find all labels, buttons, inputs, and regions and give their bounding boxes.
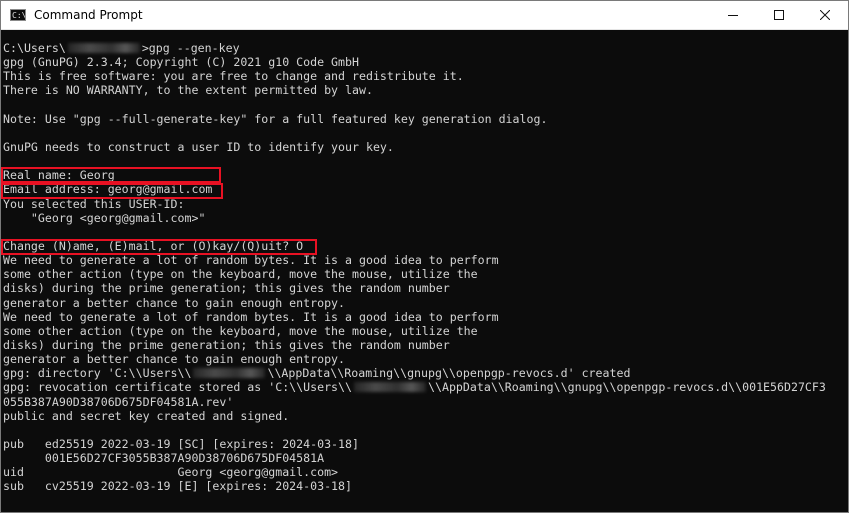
window-title: Command Prompt — [34, 8, 143, 22]
console-text: \\AppData\\Roaming\\gnupg\\openpgp-revoc… — [267, 366, 631, 381]
console-line: generator a better chance to gain enough… — [3, 352, 346, 367]
console-line: gpg: directory 'C:\\Users\\ \\AppData\\Ro… — [3, 366, 848, 380]
console-line: pub ed25519 2022-03-19 [SC] [expires: 20… — [3, 436, 359, 451]
console-text: gpg: directory 'C:\\Users\\ — [3, 366, 192, 381]
console-line: sub cv25519 2022-03-19 [E] [expires: 202… — [3, 479, 353, 494]
window-controls — [710, 1, 848, 29]
close-icon — [820, 10, 830, 20]
title-bar[interactable]: C:\ Command Prompt — [1, 1, 848, 30]
console-line: some other action (type on the keyboard,… — [3, 323, 478, 338]
console-text: gpg: revocation certificate stored as 'C… — [3, 380, 353, 395]
console-line: "Georg <georg@gmail.com>" — [3, 210, 206, 225]
maximize-button[interactable] — [756, 1, 802, 29]
close-button[interactable] — [802, 1, 848, 29]
console-text: >gpg --gen-key — [141, 41, 240, 55]
console-line: gpg (GnuPG) 2.3.4; Copyright (C) 2021 g1… — [3, 55, 359, 70]
console-line: 055B387A90D38706D675DF04581A.rev' — [3, 394, 234, 409]
maximize-icon — [774, 10, 784, 20]
console-line: gpg: revocation certificate stored as 'C… — [3, 380, 848, 394]
console-line: 001E56D27CF3055B387A90D38706D675DF04581A — [3, 451, 325, 466]
command-prompt-window: C:\ Command Prompt C:\Users\ >gpg --gen-k… — [0, 0, 849, 513]
console-line: You selected this USER-ID: — [3, 196, 185, 211]
console-line: Real name: Georg — [3, 168, 115, 183]
minimize-icon — [728, 10, 738, 20]
redacted-username — [67, 43, 140, 53]
console-text: C:\Users\ — [3, 41, 66, 55]
minimize-button[interactable] — [710, 1, 756, 29]
cmd-app-icon: C:\ — [10, 9, 26, 21]
console-line: There is NO WARRANTY, to the extent perm… — [3, 83, 373, 98]
console-output[interactable]: C:\Users\ >gpg --gen-key gpg (GnuPG) 2.3.4… — [3, 41, 848, 512]
console-line: public and secret key created and signed… — [3, 408, 290, 423]
console-line: Email address: georg@gmail.com — [3, 182, 213, 197]
console-text: \\AppData\\Roaming\\gnupg\\openpgp-revoc… — [428, 380, 826, 395]
console-line: GnuPG needs to construct a user ID to id… — [3, 139, 394, 154]
console-line: This is free software: you are free to c… — [3, 69, 464, 84]
console-line: Change (N)ame, (E)mail, or (O)kay/(Q)uit… — [3, 238, 304, 253]
console-line: We need to generate a lot of random byte… — [3, 253, 499, 268]
redacted-username — [193, 368, 266, 379]
console-line: We need to generate a lot of random byte… — [3, 309, 499, 324]
console-line: some other action (type on the keyboard,… — [3, 267, 478, 282]
console-line: disks) during the prime generation; this… — [3, 337, 450, 352]
console-line: uid Georg <georg@gmail.com> — [3, 465, 339, 480]
console-line: Note: Use "gpg --full-generate-key" for … — [3, 111, 548, 126]
console-line: generator a better chance to gain enough… — [3, 295, 346, 310]
redacted-username — [354, 382, 427, 393]
console-line: C:\Users\ >gpg --gen-key — [3, 41, 848, 55]
console-line: disks) during the prime generation; this… — [3, 281, 450, 296]
